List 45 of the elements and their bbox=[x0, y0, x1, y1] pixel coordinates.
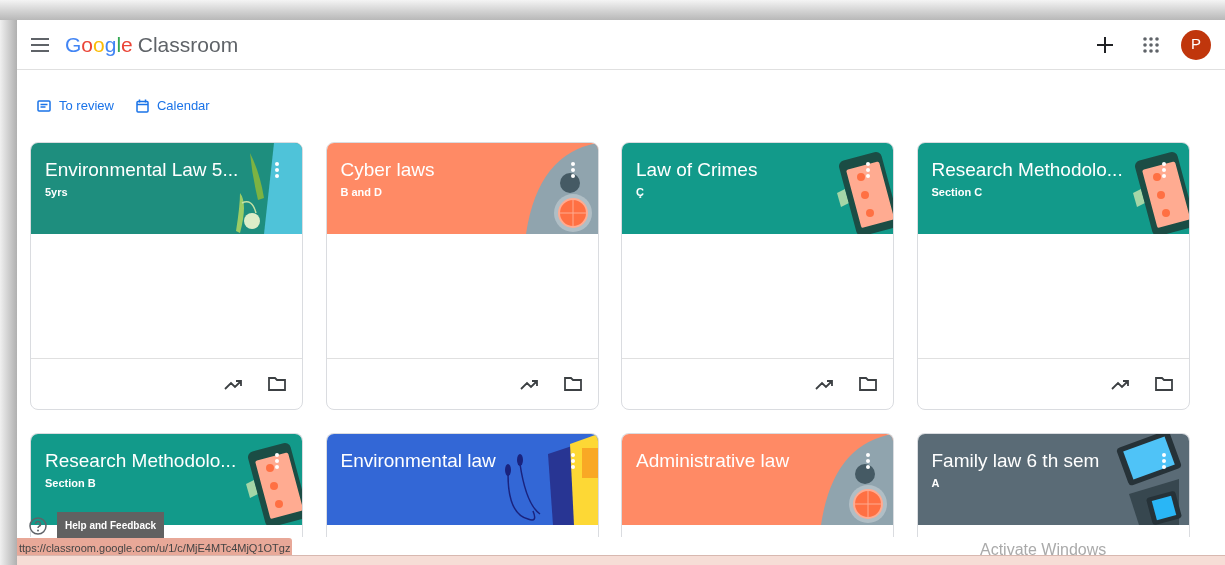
class-title[interactable]: Administrative law bbox=[636, 449, 879, 473]
avatar[interactable]: P bbox=[1181, 29, 1211, 60]
tooltip: Help and Feedback bbox=[57, 512, 165, 539]
class-card[interactable]: Cyber laws B and D bbox=[325, 142, 599, 410]
class-section: Section B bbox=[45, 475, 288, 492]
class-title[interactable]: Law of Crimes bbox=[636, 158, 879, 182]
class-card[interactable]: Environmental law bbox=[325, 433, 599, 537]
more-options-icon[interactable] bbox=[570, 162, 575, 178]
class-title[interactable]: Cyber laws bbox=[340, 158, 584, 182]
class-section: 5yrs bbox=[45, 184, 288, 201]
trending-up-icon[interactable] bbox=[519, 378, 538, 390]
menu-icon[interactable] bbox=[31, 37, 49, 52]
class-title[interactable]: Environmental Law 5... bbox=[45, 158, 288, 182]
class-section: A bbox=[931, 475, 1175, 492]
class-title[interactable]: Family law 6 th sem bbox=[931, 449, 1175, 473]
review-link[interactable]: To review bbox=[37, 96, 114, 116]
product-name: Classroom bbox=[137, 31, 239, 58]
folder-icon[interactable] bbox=[268, 377, 286, 391]
trending-up-icon[interactable] bbox=[815, 378, 833, 390]
folder-icon[interactable] bbox=[859, 377, 877, 391]
class-card[interactable]: Administrative law bbox=[621, 433, 894, 537]
google-logo-text: Google bbox=[65, 31, 133, 58]
more-options-icon[interactable] bbox=[570, 453, 575, 469]
folder-icon[interactable] bbox=[563, 377, 582, 391]
more-options-icon[interactable] bbox=[1161, 162, 1166, 178]
class-section: Section C bbox=[931, 184, 1175, 201]
class-title[interactable]: Research Methodolo... bbox=[931, 158, 1175, 182]
class-section: B and D bbox=[340, 184, 584, 201]
trending-up-icon[interactable] bbox=[1110, 378, 1129, 390]
plus-icon[interactable] bbox=[1097, 36, 1113, 53]
class-card[interactable]: Law of Crimes Ç bbox=[621, 142, 894, 410]
folder-icon[interactable] bbox=[1154, 377, 1173, 391]
class-card[interactable]: Family law 6 th sem A bbox=[916, 433, 1190, 537]
activate-windows-notice: Activate Windows bbox=[980, 540, 1107, 560]
trending-up-icon[interactable] bbox=[224, 378, 242, 390]
class-title[interactable]: Research Methodolo... bbox=[45, 449, 288, 473]
class-title[interactable]: Environmental law bbox=[340, 449, 584, 473]
help-icon[interactable] bbox=[29, 516, 47, 535]
calendar-link[interactable]: Calendar bbox=[135, 96, 210, 116]
apps-grid-icon[interactable] bbox=[1143, 36, 1159, 53]
list-icon bbox=[37, 100, 51, 112]
calendar-icon bbox=[135, 99, 149, 113]
class-card[interactable]: Research Methodolo... Section C bbox=[916, 142, 1190, 410]
class-card[interactable]: Environmental Law 5... 5yrs bbox=[30, 142, 303, 410]
class-section: Ç bbox=[636, 184, 879, 201]
